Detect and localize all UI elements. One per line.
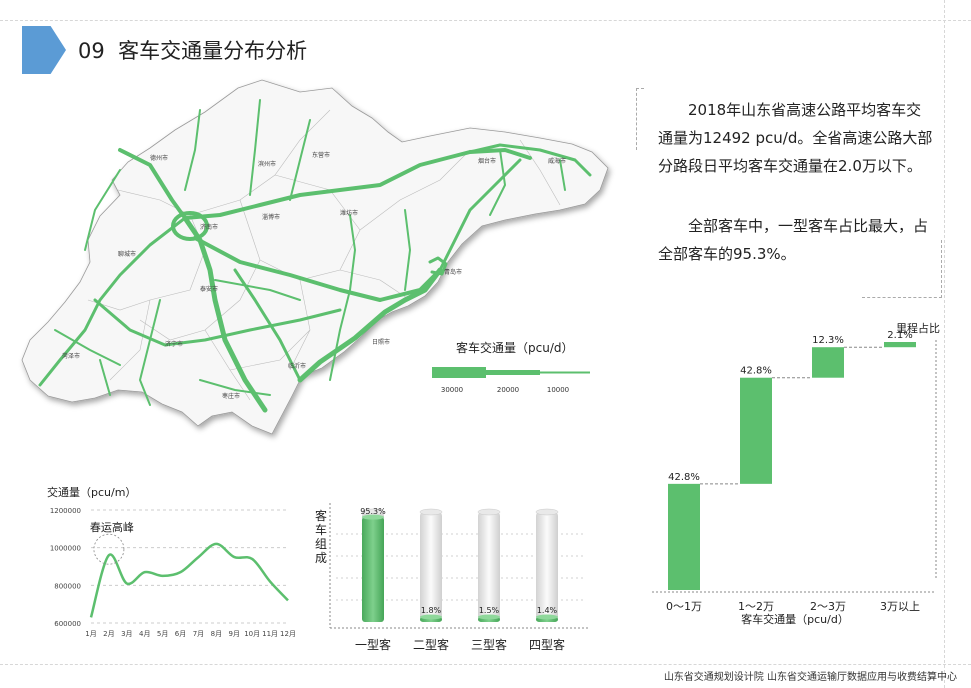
line-x-tick-label: 9月 <box>229 630 240 638</box>
city-label-jining: 济宁市 <box>165 340 183 348</box>
waterfall-category-label: 2～3万 <box>810 600 846 613</box>
waterfall-data-label: 42.8% <box>668 472 700 483</box>
legend-tick-30000: 30000 <box>441 386 463 394</box>
line-series-monthly-traffic <box>89 542 289 618</box>
waterfall-category-label: 3万以上 <box>880 600 920 613</box>
composition-category-label: 三型客 <box>471 637 507 652</box>
line-x-tick-label: 4月 <box>139 630 150 638</box>
line-y-tick-label: 1200000 <box>50 507 81 515</box>
composition-bar-value-cap <box>420 614 442 620</box>
composition-bar-value <box>362 517 384 622</box>
line-x-tick-label: 1月 <box>85 630 96 638</box>
shandong-map: 德州市 滨州市 东营市 烟台市 威海市 济南市 淄博市 潍坊市 聊城市 泰安市 … <box>21 79 609 435</box>
spring-festival-peak-label: 春运高峰 <box>90 520 134 534</box>
line-x-tick-label: 3月 <box>121 630 132 638</box>
composition-data-label: 1.8% <box>421 606 442 615</box>
line-chart-x-ticks: 1月 2月 3月 4月 5月 6月 7月 8月 9月 10月 11月 12月 <box>85 630 296 638</box>
composition-bars: 95.3% 一型客 1.8% 二型客 1.5% 三型客 1.4% 四型客 <box>355 507 565 652</box>
composition-data-label: 95.3% <box>360 507 386 516</box>
line-y-tick-label: 600000 <box>54 620 81 628</box>
waterfall-data-label: 2.1% <box>887 330 912 341</box>
composition-category-label: 二型客 <box>413 637 449 652</box>
composition-bar-cap <box>419 508 443 516</box>
composition-data-label: 1.5% <box>479 606 500 615</box>
composition-bar-cap <box>535 508 559 516</box>
waterfall-data-label: 42.8% <box>740 366 772 377</box>
waterfall-bar <box>812 347 844 378</box>
waterfall-category-label: 0～1万 <box>666 600 702 613</box>
line-y-tick-label: 1000000 <box>50 545 81 553</box>
city-label-zaozhuang: 枣庄市 <box>222 392 240 400</box>
line-chart-y-ticks: 600000 800000 1000000 1200000 <box>50 507 81 628</box>
city-label-heze: 菏泽市 <box>62 352 80 360</box>
legend-tick-10000: 10000 <box>547 386 569 394</box>
waterfall-bar <box>668 483 700 590</box>
line-x-tick-label: 7月 <box>193 630 204 638</box>
mileage-share-waterfall-chart: 里程占比 42.8%0～1万42.8%1～2万12.3%2～3万2.1%3万以上… <box>652 321 940 626</box>
waterfall-category-label: 1～2万 <box>738 600 774 613</box>
map-legend: 客车交通量（pcu/d） 30000 20000 10000 <box>432 340 590 394</box>
line-x-tick-label: 12月 <box>280 630 296 638</box>
line-x-tick-label: 5月 <box>157 630 168 638</box>
composition-data-label: 1.4% <box>537 606 558 615</box>
line-x-tick-label: 2月 <box>103 630 114 638</box>
city-label-rizhao: 日照市 <box>372 338 390 346</box>
province-outline <box>21 79 609 435</box>
line-x-tick-label: 8月 <box>211 630 222 638</box>
city-label-dongying: 东营市 <box>312 151 330 159</box>
line-x-tick-label: 11月 <box>262 630 278 638</box>
city-label-taian: 泰安市 <box>200 285 218 293</box>
spring-festival-peak-marker <box>93 533 125 565</box>
line-x-tick-label: 10月 <box>244 630 260 638</box>
composition-bar-cap <box>477 508 501 516</box>
city-label-binzhou: 滨州市 <box>258 160 276 168</box>
city-label-weihai: 威海市 <box>548 157 566 165</box>
waterfall-bar <box>740 377 772 484</box>
city-label-dezhou: 德州市 <box>150 154 168 162</box>
waterfall-data-label: 12.3% <box>812 335 844 346</box>
waterfall-xlabel: 客车交通量（pcu/d） <box>741 612 849 626</box>
figure-canvas: 德州市 滨州市 东营市 烟台市 威海市 济南市 淄博市 潍坊市 聊城市 泰安市 … <box>21 79 940 652</box>
composition-chart-ylabel: 客车组成 <box>315 508 327 565</box>
city-label-jinan: 济南市 <box>200 223 218 231</box>
composition-bar-value-cap <box>478 614 500 620</box>
city-label-liaocheng: 聊城市 <box>118 250 136 258</box>
city-label-linyi: 临沂市 <box>288 362 306 370</box>
city-label-qingdao: 青岛市 <box>444 268 462 276</box>
monthly-traffic-line-chart: 交通量（pcu/m） 600000 800000 1000000 1200000 1月… <box>47 485 296 638</box>
city-label-yantai: 烟台市 <box>478 157 496 165</box>
legend-bar-30000 <box>432 367 486 378</box>
legend-tick-20000: 20000 <box>497 386 519 394</box>
waterfall-bar <box>884 342 916 348</box>
legend-bar-20000 <box>486 370 540 375</box>
city-label-zibo: 淄博市 <box>262 213 280 221</box>
line-y-tick-label: 800000 <box>54 582 81 590</box>
waterfall-bars: 42.8% 0～1万 42.8% 1～2万 12.3% 2～3万 2.1% 3万以上 <box>666 330 920 613</box>
city-label-weifang: 潍坊市 <box>340 209 358 217</box>
vehicle-composition-chart: 客车组成 95.3% 一型客 1.8% 二型客 1.5% 三型客 1.4% 四型客 <box>315 503 590 652</box>
composition-category-label: 四型客 <box>529 637 565 652</box>
composition-bar-value-cap <box>536 614 558 620</box>
line-x-tick-label: 6月 <box>175 630 186 638</box>
legend-bar-10000 <box>540 371 590 374</box>
footer-credits: 山东省交通规划设计院 山东省交通运输厅数据应用与收费结算中心 <box>663 672 957 683</box>
composition-category-label: 一型客 <box>355 637 391 652</box>
map-legend-title: 客车交通量（pcu/d） <box>456 340 573 355</box>
line-chart-ylabel: 交通量（pcu/m） <box>47 485 136 499</box>
